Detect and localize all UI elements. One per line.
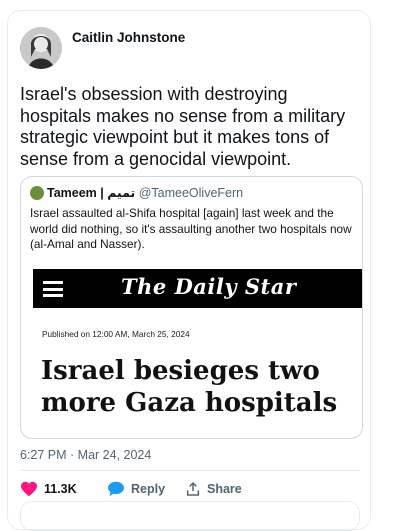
like-button[interactable]: 11.3K: [20, 481, 77, 497]
quote-avatar: [30, 186, 44, 200]
author-name[interactable]: Caitlin Johnstone: [72, 30, 185, 45]
published-date: Published on 12:00 AM, March 25, 2024: [42, 329, 190, 339]
like-count: 11.3K: [44, 482, 77, 496]
speech-bubble-icon: [108, 481, 124, 497]
article-headline: Israel besieges two more Gaza hospitals: [41, 356, 338, 418]
quoted-tweet[interactable]: Tameem | تميم @TameeOliveFern Israel ass…: [20, 176, 363, 439]
tweet-card[interactable]: Caitlin Johnstone Israel's obsession wit…: [7, 10, 371, 531]
reply-label: Reply: [131, 482, 166, 496]
divider: [20, 470, 360, 471]
reply-button[interactable]: Reply: [107, 481, 165, 497]
share-upload-icon: [186, 481, 200, 496]
quote-handle: @TameeOliveFern: [138, 186, 244, 200]
quote-text: Israel assaulted al-Shifa hospital [agai…: [30, 206, 352, 251]
avatar-image: [20, 27, 62, 69]
newspaper-masthead: The Daily Star: [33, 269, 362, 308]
share-button[interactable]: Share: [185, 481, 242, 497]
tweet-timestamp[interactable]: 6:27 PM · Mar 24, 2024: [20, 448, 151, 462]
newspaper-logo: The Daily Star: [121, 274, 297, 299]
heart-icon: [21, 481, 37, 497]
share-label: Share: [207, 482, 242, 496]
tweet-text: Israel's obsession with destroying hospi…: [20, 84, 346, 169]
read-replies-box[interactable]: [20, 501, 360, 531]
hamburger-menu-icon: [43, 281, 63, 297]
quote-author-name: Tameem | تميم: [47, 186, 136, 200]
avatar[interactable]: [20, 27, 62, 69]
quote-header[interactable]: Tameem | تميم @TameeOliveFern: [30, 185, 243, 200]
